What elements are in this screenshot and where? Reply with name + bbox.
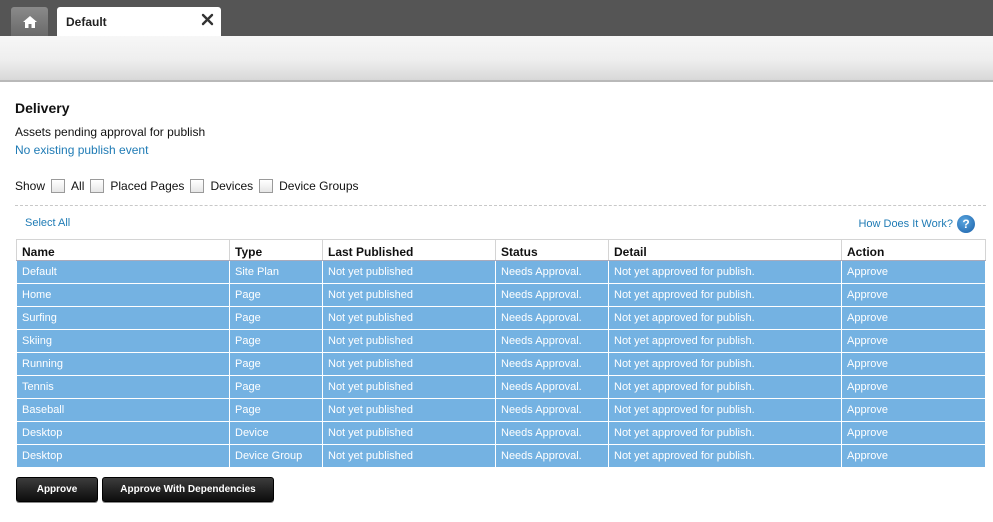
col-header-type[interactable]: Type [229, 239, 323, 261]
cell-detail: Not yet approved for publish. [608, 375, 842, 399]
show-filters: Show All Placed Pages Devices Device Gro… [15, 177, 365, 195]
table-row[interactable]: Baseball Page Not yet published Needs Ap… [16, 398, 986, 422]
table-row[interactable]: Tennis Page Not yet published Needs Appr… [16, 375, 986, 399]
col-header-last-published[interactable]: Last Published [322, 239, 496, 261]
approve-button[interactable]: Approve [16, 477, 98, 502]
cell-name: Desktop [16, 444, 230, 468]
cell-last-published: Not yet published [322, 375, 496, 399]
assets-table: Name Type Last Published Status Detail A… [16, 239, 986, 468]
cell-detail: Not yet approved for publish. [608, 398, 842, 422]
cell-last-published: Not yet published [322, 352, 496, 376]
cell-detail: Not yet approved for publish. [608, 444, 842, 468]
divider [15, 205, 986, 206]
cell-detail: Not yet approved for publish. [608, 306, 842, 330]
show-label: Show [15, 179, 46, 193]
cell-last-published: Not yet published [322, 283, 496, 307]
filter-all-label: All [71, 179, 85, 193]
cell-detail: Not yet approved for publish. [608, 352, 842, 376]
cell-detail: Not yet approved for publish. [608, 421, 842, 445]
cell-action[interactable]: Approve [841, 352, 986, 376]
publish-event-link[interactable]: No existing publish event [15, 143, 148, 157]
tab-label: Default [66, 15, 107, 29]
cell-type: Page [229, 306, 323, 330]
close-icon[interactable] [201, 13, 214, 26]
cell-status: Needs Approval. [495, 306, 609, 330]
table-header-row: Name Type Last Published Status Detail A… [16, 239, 986, 261]
table-row[interactable]: Running Page Not yet published Needs App… [16, 352, 986, 376]
col-header-detail[interactable]: Detail [608, 239, 842, 261]
cell-status: Needs Approval. [495, 375, 609, 399]
cell-action[interactable]: Approve [841, 260, 986, 284]
cell-name: Baseball [16, 398, 230, 422]
cell-detail: Not yet approved for publish. [608, 260, 842, 284]
approve-with-dependencies-button[interactable]: Approve With Dependencies [102, 477, 274, 502]
select-all-link[interactable]: Select All [25, 217, 70, 229]
cell-action[interactable]: Approve [841, 398, 986, 422]
cell-last-published: Not yet published [322, 398, 496, 422]
page-subtitle: Assets pending approval for publish [15, 125, 206, 139]
cell-type: Page [229, 283, 323, 307]
cell-status: Needs Approval. [495, 329, 609, 353]
cell-status: Needs Approval. [495, 260, 609, 284]
cell-action[interactable]: Approve [841, 375, 986, 399]
cell-action[interactable]: Approve [841, 283, 986, 307]
cell-action[interactable]: Approve [841, 444, 986, 468]
cell-last-published: Not yet published [322, 306, 496, 330]
filter-device-groups-checkbox[interactable] [259, 179, 274, 193]
filter-devices-label: Devices [210, 179, 254, 193]
cell-type: Device [229, 421, 323, 445]
table-row[interactable]: Skiing Page Not yet published Needs Appr… [16, 329, 986, 353]
table-row[interactable]: Desktop Device Group Not yet published N… [16, 444, 986, 468]
how-it-works-link[interactable]: How Does It Work? ? [858, 215, 975, 233]
table-row[interactable]: Desktop Device Not yet published Needs A… [16, 421, 986, 445]
page-title: Delivery [15, 100, 70, 116]
cell-type: Page [229, 375, 323, 399]
table-row[interactable]: Home Page Not yet published Needs Approv… [16, 283, 986, 307]
cell-action[interactable]: Approve [841, 329, 986, 353]
cell-status: Needs Approval. [495, 352, 609, 376]
table-row[interactable]: Surfing Page Not yet published Needs App… [16, 306, 986, 330]
cell-status: Needs Approval. [495, 421, 609, 445]
table-row[interactable]: Default Site Plan Not yet published Need… [16, 260, 986, 284]
filter-device-groups-label: Device Groups [279, 179, 359, 193]
cell-type: Site Plan [229, 260, 323, 284]
toolbar [0, 36, 993, 82]
cell-last-published: Not yet published [322, 260, 496, 284]
cell-action[interactable]: Approve [841, 306, 986, 330]
cell-name: Default [16, 260, 230, 284]
filter-devices-checkbox[interactable] [190, 179, 205, 193]
cell-last-published: Not yet published [322, 329, 496, 353]
how-it-works-label: How Does It Work? [858, 218, 953, 230]
filter-all-checkbox[interactable] [51, 179, 66, 193]
cell-status: Needs Approval. [495, 283, 609, 307]
cell-name: Skiing [16, 329, 230, 353]
home-icon [22, 15, 37, 28]
cell-status: Needs Approval. [495, 398, 609, 422]
cell-name: Running [16, 352, 230, 376]
cell-detail: Not yet approved for publish. [608, 283, 842, 307]
cell-last-published: Not yet published [322, 444, 496, 468]
cell-type: Page [229, 398, 323, 422]
cell-detail: Not yet approved for publish. [608, 329, 842, 353]
cell-action[interactable]: Approve [841, 421, 986, 445]
cell-name: Home [16, 283, 230, 307]
cell-name: Tennis [16, 375, 230, 399]
tab-default[interactable]: Default [57, 7, 221, 36]
col-header-name[interactable]: Name [16, 239, 230, 261]
help-icon[interactable]: ? [957, 215, 975, 233]
cell-last-published: Not yet published [322, 421, 496, 445]
cell-type: Page [229, 329, 323, 353]
cell-type: Device Group [229, 444, 323, 468]
home-tab[interactable] [11, 7, 48, 36]
filter-placed-pages-label: Placed Pages [110, 179, 185, 193]
cell-name: Desktop [16, 421, 230, 445]
col-header-action[interactable]: Action [841, 239, 986, 261]
cell-type: Page [229, 352, 323, 376]
col-header-status[interactable]: Status [495, 239, 609, 261]
cell-status: Needs Approval. [495, 444, 609, 468]
tab-bar: Default [0, 0, 993, 36]
filter-placed-pages-checkbox[interactable] [90, 179, 105, 193]
cell-name: Surfing [16, 306, 230, 330]
